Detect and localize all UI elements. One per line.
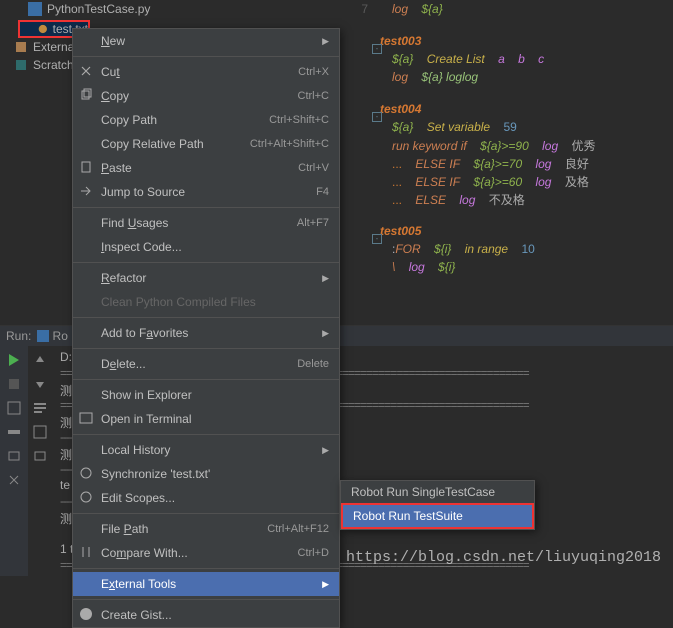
robot-file-icon [38,22,48,36]
tree-file-python[interactable]: PythonTestCase.py [0,0,340,18]
menu-copy-path[interactable]: Copy PathCtrl+Shift+C [73,108,339,132]
cut-icon [79,64,93,78]
submenu-run-suite[interactable]: Robot Run TestSuite [341,503,534,529]
copy-icon [79,88,93,102]
scroll-button[interactable] [32,424,48,440]
menu-compare-with[interactable]: Compare With...Ctrl+D [73,541,339,565]
fold-icon[interactable]: - [372,234,382,244]
up-button[interactable] [32,352,48,368]
run-config-icon [37,330,49,342]
menu-paste[interactable]: PasteCtrl+V [73,156,339,180]
menu-copy[interactable]: CopyCtrl+C [73,84,339,108]
stop-button[interactable] [6,376,22,392]
menu-delete[interactable]: Delete...Delete [73,352,339,376]
scratch-icon [14,58,28,72]
print2-button[interactable] [32,448,48,464]
delete-button[interactable] [6,472,22,488]
run-toolbar [0,346,28,576]
library-icon [14,40,28,54]
menu-open-terminal[interactable]: Open in Terminal [73,407,339,431]
sync-icon [79,466,93,480]
console-toolbar [28,346,52,576]
fold-icon[interactable]: - [372,44,382,54]
menu-clean-pyc: Clean Python Compiled Files [73,290,339,314]
tree-label: Externa [33,40,74,54]
menu-find-usages[interactable]: Find UsagesAlt+F7 [73,211,339,235]
python-file-icon [28,2,42,16]
menu-create-gist[interactable]: Create Gist... [73,603,339,627]
wrap-button[interactable] [32,400,48,416]
menu-jump-source[interactable]: Jump to SourceF4 [73,180,339,204]
fold-icon[interactable]: - [372,112,382,122]
rerun-button[interactable] [6,352,22,368]
menu-show-explorer[interactable]: Show in Explorer [73,383,339,407]
jump-icon [79,184,93,198]
github-icon [79,607,93,621]
menu-synchronize[interactable]: Synchronize 'test.txt' [73,462,339,486]
pin-button[interactable] [6,424,22,440]
terminal-icon [79,411,93,425]
scopes-icon [79,490,93,504]
compare-icon [79,545,93,559]
watermark: https://blog.csdn.net/liuyuqing2018 [346,549,661,566]
menu-inspect-code[interactable]: Inspect Code... [73,235,339,259]
tree-label: Scratch [33,58,74,72]
menu-new[interactable]: New▶ [73,29,339,53]
menu-add-favorites[interactable]: Add to Favorites▶ [73,321,339,345]
menu-file-path[interactable]: File PathCtrl+Alt+F12 [73,517,339,541]
down-button[interactable] [32,376,48,392]
code-editor[interactable]: 7log ${a} -test003 ${a} Create List a b … [340,0,673,346]
submenu-run-single[interactable]: Robot Run SingleTestCase [341,481,534,503]
menu-edit-scopes[interactable]: Edit Scopes... [73,486,339,510]
menu-cut[interactable]: CutCtrl+X [73,60,339,84]
external-tools-submenu: Robot Run SingleTestCase Robot Run TestS… [340,480,535,530]
print-button[interactable] [6,448,22,464]
tree-label: PythonTestCase.py [47,2,150,16]
menu-copy-rel-path[interactable]: Copy Relative PathCtrl+Alt+Shift+C [73,132,339,156]
paste-icon [79,160,93,174]
context-menu: New▶ CutCtrl+X CopyCtrl+C Copy PathCtrl+… [72,28,340,628]
menu-local-history[interactable]: Local History▶ [73,438,339,462]
menu-refactor[interactable]: Refactor▶ [73,266,339,290]
line-number: 7 [340,2,374,16]
layout-button[interactable] [6,400,22,416]
